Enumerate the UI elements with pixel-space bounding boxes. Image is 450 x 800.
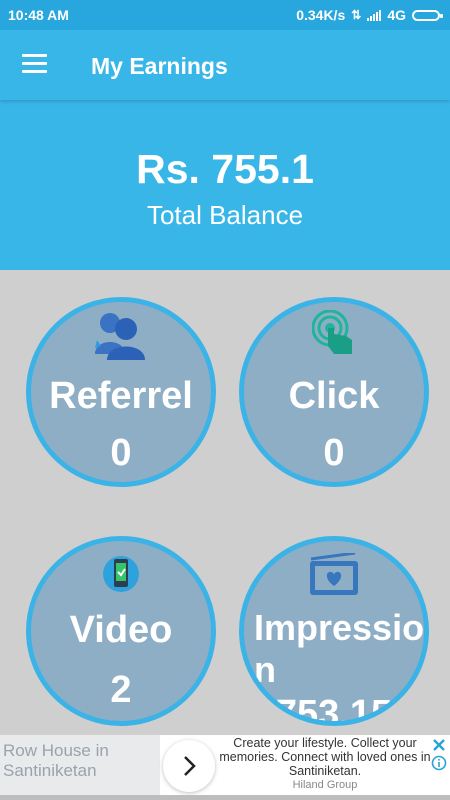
- network-type: 4G: [387, 7, 406, 23]
- close-icon[interactable]: [431, 737, 448, 753]
- impression-label: Impressio n: [254, 607, 425, 690]
- page-title: My Earnings: [91, 53, 228, 79]
- status-bar: 10:48 AM 0.34K/s ⇅ 4G: [0, 0, 450, 30]
- ad-description: Create your lifestyle. Collect your memo…: [219, 736, 431, 778]
- chevron-right-icon: [184, 756, 196, 776]
- click-label: Click: [288, 375, 380, 417]
- balance-amount: Rs. 755.1: [136, 146, 314, 192]
- signal-icon: [367, 9, 382, 21]
- referral-users-icon: [93, 310, 149, 365]
- ad-sponsor: Hiland Group: [292, 779, 358, 791]
- info-icon[interactable]: [431, 755, 447, 771]
- ad-body: Create your lifestyle. Collect your memo…: [216, 735, 434, 795]
- status-time: 10:48 AM: [8, 7, 69, 23]
- tv-heart-icon: [307, 551, 361, 602]
- referral-value: 0: [110, 432, 132, 474]
- data-arrows-icon: ⇅: [351, 8, 362, 22]
- hamburger-menu-icon[interactable]: [22, 54, 47, 74]
- click-value: 0: [323, 432, 345, 474]
- ad-banner[interactable]: Row House in Santiniketan Create your li…: [0, 735, 450, 795]
- impression-card[interactable]: Impressio n 753.15: [239, 536, 429, 726]
- video-value: 2: [110, 669, 132, 711]
- network-speed: 0.34K/s: [296, 7, 346, 23]
- ad-left-text: Row House in Santiniketan: [0, 735, 160, 795]
- app-bar: My Earnings: [0, 30, 450, 100]
- ad-open-button[interactable]: [163, 740, 215, 792]
- referral-card[interactable]: Referrel 0: [26, 297, 216, 487]
- phone-video-icon: [102, 555, 140, 598]
- battery-icon: [412, 9, 443, 21]
- click-card[interactable]: Click 0: [239, 297, 429, 487]
- bottom-divider: [0, 795, 450, 800]
- referral-label: Referrel: [49, 375, 193, 417]
- video-card[interactable]: Video 2: [26, 536, 216, 726]
- impression-value: 753.15: [275, 693, 393, 726]
- video-label: Video: [69, 609, 173, 651]
- balance-label: Total Balance: [146, 200, 304, 230]
- balance-panel: Rs. 755.1 Total Balance: [0, 100, 450, 270]
- status-right: 0.34K/s ⇅ 4G: [296, 7, 443, 23]
- tap-hand-icon: [311, 309, 356, 361]
